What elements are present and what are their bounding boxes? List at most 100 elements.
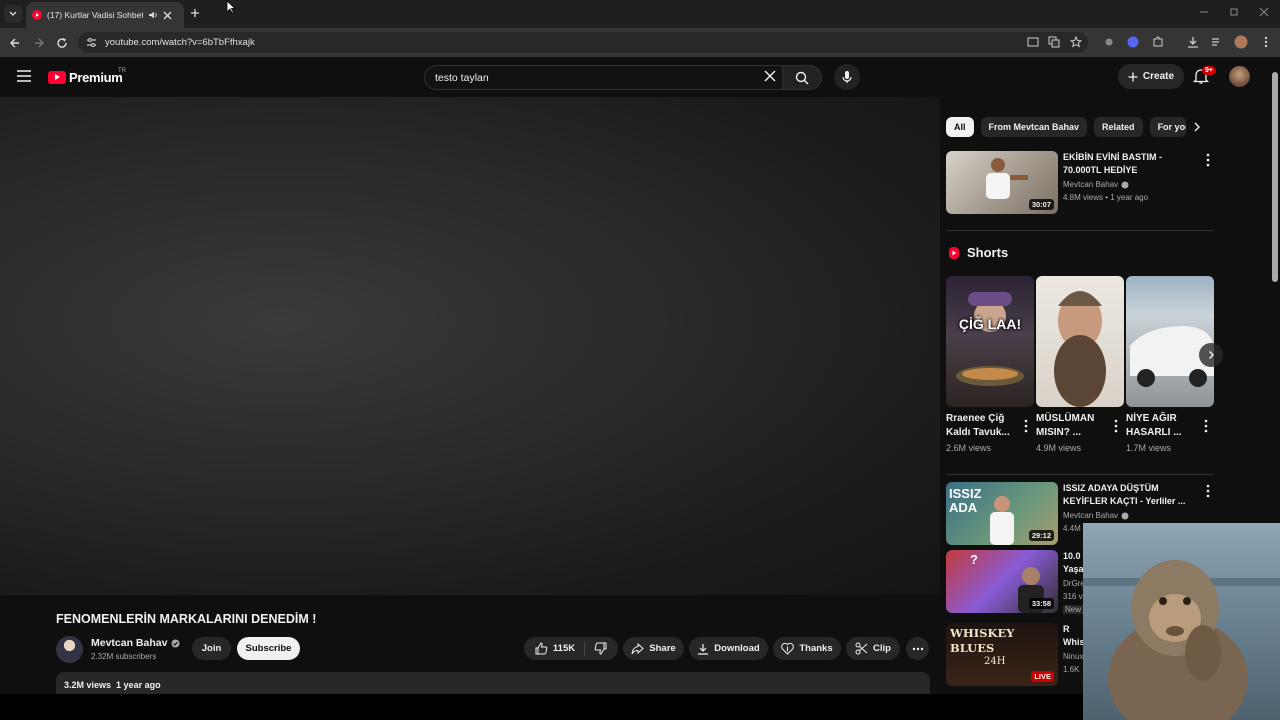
chevron-right-icon — [1209, 351, 1214, 359]
more-vert-icon[interactable] — [1204, 153, 1212, 167]
speaker-icon[interactable] — [148, 10, 158, 20]
verified-check-icon — [171, 639, 180, 647]
rec-channel[interactable]: Mevtcan Bahav — [1063, 180, 1118, 189]
video-thumbnail[interactable]: ? 33:58 — [946, 550, 1058, 613]
clear-search-icon[interactable] — [763, 69, 777, 83]
video-thumbnail[interactable]: ISSIZ ADA 29:12 — [946, 482, 1058, 545]
reload-icon — [57, 38, 67, 48]
chevron-right-icon[interactable] — [1190, 120, 1204, 134]
restore-button[interactable] — [1228, 6, 1240, 18]
youtube-logo[interactable]: Premium — [48, 68, 123, 86]
extensions-button[interactable] — [1150, 34, 1166, 50]
short-thumbnail[interactable]: ÇİĞ LAA! — [946, 276, 1034, 407]
short-item[interactable]: MÜSLÜMAN MISIN? ... 4.9M views — [1036, 276, 1124, 453]
video-thumbnail[interactable]: WHISKEY BLUES 24H LIVE — [946, 623, 1058, 686]
short-item[interactable]: ÇİĞ LAA! Rraenee Çiğ Kaldı Tavuk... 2.6M… — [946, 276, 1034, 453]
upload-age: 1 year ago — [116, 680, 161, 690]
channel-name-row[interactable]: Mevtcan Bahav — [91, 637, 180, 649]
translate-button[interactable] — [1046, 34, 1062, 50]
description-box[interactable]: 3.2M views 1 year ago — [56, 672, 930, 694]
video-duration: 33:58 — [1028, 598, 1054, 609]
short-title[interactable]: Rraenee Çiğ Kaldı Tavuk... — [946, 412, 1018, 440]
search-button[interactable] — [782, 65, 822, 90]
download-button[interactable]: Download — [689, 637, 768, 660]
bookmark-button[interactable] — [1068, 34, 1084, 50]
forward-button[interactable] — [30, 34, 48, 52]
translate-icon — [1048, 36, 1060, 48]
thumbs-down-icon[interactable] — [594, 642, 607, 655]
extension-2-button[interactable] — [1125, 34, 1141, 50]
thumbs-up-icon[interactable] — [535, 642, 548, 655]
chip-all[interactable]: All — [946, 117, 974, 137]
more-horiz-icon — [912, 647, 923, 650]
more-vert-icon[interactable] — [1202, 419, 1210, 433]
address-bar[interactable]: youtube.com/watch?v=6bTbFfhxajk — [78, 32, 1088, 53]
channel-avatar[interactable] — [56, 636, 83, 663]
channel-name[interactable]: Mevtcan Bahav — [91, 637, 167, 649]
menu-icon[interactable] — [16, 69, 32, 83]
more-vert-icon[interactable] — [1204, 484, 1212, 498]
live-badge: LIVE — [1031, 671, 1054, 682]
clip-button[interactable]: Clip — [846, 637, 900, 660]
more-vert-icon[interactable] — [1112, 419, 1120, 433]
short-item[interactable]: NİYE AĞIR HASARLI ... 1.7M views — [1126, 276, 1214, 453]
browser-menu-button[interactable] — [1258, 34, 1274, 50]
browser-tab[interactable]: (17) Kurtlar Vadisi Sohbeti | — [26, 2, 184, 28]
join-button[interactable]: Join — [192, 637, 231, 660]
rec-channel-row: DrGre — [1063, 579, 1085, 588]
create-button[interactable]: Create — [1118, 64, 1184, 89]
close-window-button[interactable] — [1258, 6, 1270, 18]
profile-button[interactable] — [1233, 34, 1249, 50]
scrollbar-thumb[interactable] — [1272, 72, 1278, 282]
short-thumbnail[interactable] — [1126, 276, 1214, 407]
share-button[interactable]: Share — [623, 637, 684, 660]
video-player[interactable] — [0, 97, 940, 595]
tab-search-dropdown[interactable] — [4, 5, 22, 23]
subscriber-count: 2.32M subscribers — [91, 652, 157, 661]
rec-channel-row: Mevtcan Bahav — [1063, 511, 1129, 520]
rec-channel[interactable]: DrGre — [1063, 579, 1085, 588]
playlist-icon — [1212, 38, 1219, 46]
voice-search-button[interactable] — [834, 64, 860, 90]
short-title[interactable]: NİYE AĞIR HASARLI ... — [1126, 412, 1198, 440]
like-count[interactable]: 115K — [553, 643, 575, 654]
subscribe-button[interactable]: Subscribe — [237, 637, 300, 660]
like-dislike-group: 115K — [524, 637, 618, 660]
rec-title-line2: Yaşa — [1063, 564, 1084, 574]
short-thumbnail[interactable] — [1036, 276, 1124, 407]
cast-button[interactable] — [1025, 34, 1041, 50]
close-tab-icon[interactable] — [163, 11, 172, 20]
site-info-icon[interactable] — [86, 37, 97, 48]
minimize-button[interactable] — [1198, 6, 1210, 18]
back-button[interactable] — [6, 34, 24, 52]
chip-from-channel[interactable]: From Mevtcan Bahav — [980, 117, 1088, 137]
more-actions-button[interactable] — [906, 637, 929, 660]
svg-text:ADA: ADA — [949, 500, 978, 515]
view-count: 3.2M views — [64, 680, 112, 690]
youtube-play-icon — [48, 70, 66, 84]
search-input[interactable]: testo taylan — [424, 65, 782, 90]
media-controls-button[interactable] — [1209, 34, 1225, 50]
new-tab-button[interactable] — [188, 5, 202, 21]
rec-title-line1: R — [1063, 624, 1070, 634]
video-thumbnail[interactable]: 30:07 — [946, 151, 1058, 214]
restore-icon — [1230, 8, 1238, 16]
rec-title[interactable]: EKİBİN EVİNİ BASTIM - 70.000TL HEDİYE — [1063, 151, 1191, 177]
reload-button[interactable] — [53, 34, 71, 52]
extension-1-button[interactable] — [1101, 34, 1117, 50]
chip-for-you[interactable]: For you — [1149, 117, 1186, 137]
rec-channel[interactable]: Mevtcan Bahav — [1063, 511, 1118, 520]
shorts-next-button[interactable] — [1199, 343, 1223, 367]
rec-title[interactable]: ISSIZ ADAYA DÜŞTÜM KEYİFLER KAÇTI - Yerl… — [1063, 482, 1191, 508]
rec-meta: 4.4M — [1063, 524, 1081, 533]
more-vert-icon[interactable] — [1022, 419, 1030, 433]
thanks-label: Thanks — [799, 643, 833, 654]
account-avatar[interactable] — [1229, 66, 1250, 87]
downloads-button[interactable] — [1185, 34, 1201, 50]
short-title[interactable]: MÜSLÜMAN MISIN? ... — [1036, 412, 1108, 440]
thanks-button[interactable]: Thanks — [773, 637, 841, 660]
chip-related[interactable]: Related — [1094, 117, 1143, 137]
section-divider — [946, 474, 1214, 475]
recommendation-item[interactable]: 30:07 EKİBİN EVİNİ BASTIM - 70.000TL HED… — [946, 151, 1216, 215]
rec-channel[interactable]: Ninux — [1063, 652, 1083, 661]
